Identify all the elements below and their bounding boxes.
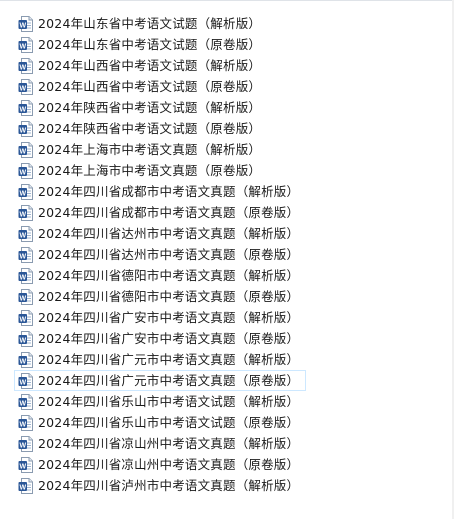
file-item[interactable]: W 2024年四川省乐山市中考语文试题（原卷版） [14,412,306,433]
word-document-icon: W [18,120,33,137]
word-document-icon: W [18,435,33,452]
file-name: 2024年山西省中考语文试题（原卷版） [38,79,262,94]
file-item[interactable]: W 2024年四川省广元市中考语文真题（解析版） [14,349,306,370]
word-document-icon: W [18,183,33,200]
svg-text:W: W [19,274,26,281]
file-item[interactable]: W 2024年四川省凉山州中考语文真题（原卷版） [14,454,306,475]
word-document-icon: W [18,204,33,221]
word-document-icon: W [18,309,33,326]
window-top-border [0,0,454,1]
word-document-icon: W [18,78,33,95]
word-document-icon: W [18,267,33,284]
word-document-icon: W [18,330,33,347]
file-item[interactable]: W 2024年四川省凉山州中考语文真题（解析版） [14,433,306,454]
file-name: 2024年四川省成都市中考语文真题（解析版） [38,184,300,199]
file-item[interactable]: W 2024年四川省泸州市中考语文真题（解析版） [14,475,306,496]
svg-text:W: W [19,484,26,491]
file-name: 2024年四川省凉山州中考语文真题（原卷版） [38,457,300,472]
word-document-icon: W [18,288,33,305]
word-document-icon: W [18,372,33,389]
file-name: 2024年陕西省中考语文试题（原卷版） [38,121,262,136]
file-item[interactable]: W 2024年四川省成都市中考语文真题（解析版） [14,181,306,202]
svg-text:W: W [19,295,26,302]
svg-text:W: W [19,148,26,155]
file-name: 2024年四川省乐山市中考语文试题（解析版） [38,394,300,409]
file-name: 2024年四川省广安市中考语文真题（原卷版） [38,331,300,346]
file-item[interactable]: W 2024年山东省中考语文试题（原卷版） [14,34,268,55]
svg-text:W: W [19,127,26,134]
file-name: 2024年四川省凉山州中考语文真题（解析版） [38,436,300,451]
svg-text:W: W [19,169,26,176]
file-item[interactable]: W 2024年四川省广元市中考语文真题（原卷版） [14,370,307,391]
file-item[interactable]: W 2024年山西省中考语文试题（原卷版） [14,76,268,97]
file-name: 2024年山西省中考语文试题（解析版） [38,58,262,73]
word-document-icon: W [18,141,33,158]
file-name: 2024年四川省泸州市中考语文真题（解析版） [38,478,300,493]
file-name: 2024年四川省达州市中考语文真题（解析版） [38,226,300,241]
svg-text:W: W [19,232,26,239]
word-document-icon: W [18,162,33,179]
file-item[interactable]: W 2024年四川省广安市中考语文真题（解析版） [14,307,306,328]
file-name: 2024年上海市中考语文真题（解析版） [38,142,262,157]
file-item[interactable]: W 2024年上海市中考语文真题（解析版） [14,139,268,160]
svg-text:W: W [19,85,26,92]
svg-text:W: W [19,106,26,113]
svg-text:W: W [19,379,26,386]
word-document-icon: W [18,246,33,263]
file-name: 2024年四川省成都市中考语文真题（原卷版） [38,205,300,220]
file-item[interactable]: W 2024年四川省成都市中考语文真题（原卷版） [14,202,306,223]
svg-text:W: W [19,190,26,197]
file-name: 2024年四川省乐山市中考语文试题（原卷版） [38,415,300,430]
svg-text:W: W [19,22,26,29]
file-item[interactable]: W 2024年上海市中考语文真题（原卷版） [14,160,268,181]
file-name: 2024年陕西省中考语文试题（解析版） [38,100,262,115]
word-document-icon: W [18,456,33,473]
svg-text:W: W [19,211,26,218]
svg-text:W: W [19,43,26,50]
file-item[interactable]: W 2024年四川省乐山市中考语文试题（解析版） [14,391,306,412]
file-item[interactable]: W 2024年四川省德阳市中考语文真题（原卷版） [14,286,306,307]
file-item[interactable]: W 2024年四川省德阳市中考语文真题（解析版） [14,265,306,286]
file-item[interactable]: W 2024年四川省达州市中考语文真题（原卷版） [14,244,306,265]
word-document-icon: W [18,57,33,74]
file-list: W 2024年山东省中考语文试题（解析版） W 2024年山东省中考语文试题（原… [14,13,452,496]
file-name: 2024年四川省广元市中考语文真题（解析版） [38,352,300,367]
file-name: 2024年四川省德阳市中考语文真题（解析版） [38,268,300,283]
word-document-icon: W [18,36,33,53]
word-document-icon: W [18,414,33,431]
file-name: 2024年山东省中考语文试题（解析版） [38,16,262,31]
file-name: 2024年上海市中考语文真题（原卷版） [38,163,262,178]
file-name: 2024年四川省德阳市中考语文真题（原卷版） [38,289,300,304]
file-item[interactable]: W 2024年陕西省中考语文试题（原卷版） [14,118,268,139]
svg-text:W: W [19,358,26,365]
svg-text:W: W [19,463,26,470]
file-name: 2024年山东省中考语文试题（原卷版） [38,37,262,52]
svg-text:W: W [19,400,26,407]
word-document-icon: W [18,99,33,116]
file-item[interactable]: W 2024年山东省中考语文试题（解析版） [14,13,268,34]
svg-text:W: W [19,421,26,428]
word-document-icon: W [18,225,33,242]
file-name: 2024年四川省广安市中考语文真题（解析版） [38,310,300,325]
file-name: 2024年四川省达州市中考语文真题（原卷版） [38,247,300,262]
file-name: 2024年四川省广元市中考语文真题（原卷版） [38,373,300,388]
svg-text:W: W [19,442,26,449]
word-document-icon: W [18,393,33,410]
word-document-icon: W [18,15,33,32]
svg-text:W: W [19,337,26,344]
svg-text:W: W [19,64,26,71]
svg-text:W: W [19,253,26,260]
file-item[interactable]: W 2024年山西省中考语文试题（解析版） [14,55,268,76]
word-document-icon: W [18,351,33,368]
file-item[interactable]: W 2024年陕西省中考语文试题（解析版） [14,97,268,118]
file-item[interactable]: W 2024年四川省达州市中考语文真题（解析版） [14,223,306,244]
word-document-icon: W [18,477,33,494]
svg-text:W: W [19,316,26,323]
file-item[interactable]: W 2024年四川省广安市中考语文真题（原卷版） [14,328,306,349]
